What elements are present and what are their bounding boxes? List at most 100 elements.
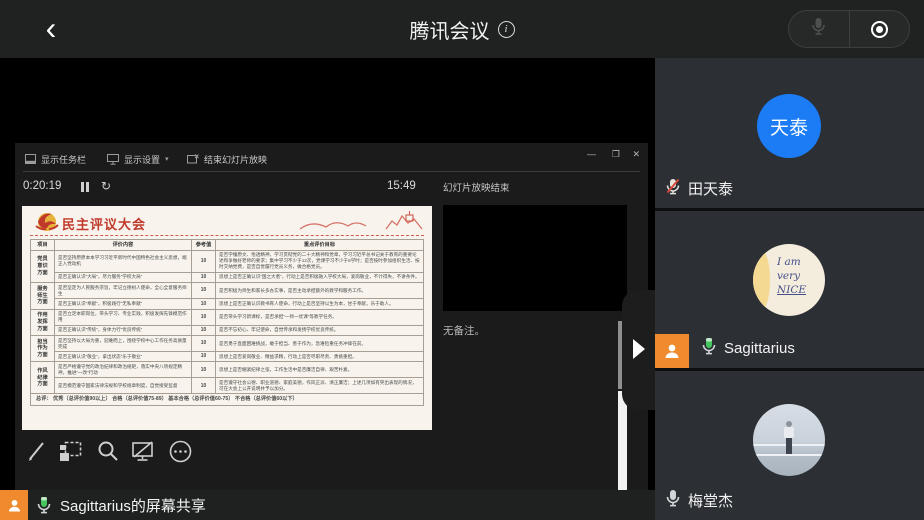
mic-active-icon bbox=[36, 496, 52, 514]
table-body: 党员意识方面是否坚持原原本本学习习近平新时代中国特色社会主义思想，端正入党动机1… bbox=[31, 250, 424, 405]
table-row: 作用发挥方面是否立足本职岗位，带头学习、专业实践，积极发挥先锋模范作用10是否带… bbox=[31, 309, 424, 325]
title-wrap: 腾讯会议 i bbox=[0, 0, 924, 58]
category-cell: 党员意识方面 bbox=[31, 250, 55, 282]
show-taskbar-button[interactable]: 显示任务栏 bbox=[25, 151, 86, 167]
table-row: 党员意识方面是否坚持原原本本学习习近平新时代中国特色社会主义思想，端正入党动机1… bbox=[31, 250, 424, 272]
close-button[interactable]: ✕ bbox=[632, 149, 640, 160]
black-screen-button[interactable] bbox=[131, 439, 155, 463]
mic-dim-icon bbox=[811, 17, 826, 41]
ref-cell: 10 bbox=[192, 351, 216, 362]
sharing-badge bbox=[655, 334, 689, 368]
table-row: 服务师生方面是否坚定为人民服务宗旨，牢记立德树人使命，全心全意服务师生10是否积… bbox=[31, 283, 424, 299]
ref-cell: 10 bbox=[192, 272, 216, 283]
target-cell: 是否学懂原文、悟透精神，学习贯彻党的二十大精神和党章，学习习近平总书记关于教育的… bbox=[216, 250, 424, 272]
end-slideshow-button[interactable]: 结束幻灯片放映 bbox=[187, 151, 267, 167]
participant-name: 田天泰 bbox=[688, 178, 733, 199]
category-cell: 担当作为方面 bbox=[31, 336, 55, 362]
table-row: 是否正确认识“敬业”，拿出状态“乐于敬业”10思想上是否爱岗敬业、精益求精，行动… bbox=[31, 351, 424, 362]
ppt-presenter-window: 显示任务栏 显示设置 ▾ 结束幻灯片放映 — bbox=[15, 143, 648, 520]
show-taskbar-label: 显示任务栏 bbox=[41, 153, 86, 166]
more-options-button[interactable] bbox=[168, 439, 192, 463]
slide-title-divider bbox=[30, 235, 424, 236]
pen-tool-button[interactable] bbox=[25, 439, 49, 463]
display-settings-icon bbox=[107, 154, 119, 165]
target-cell: 是否带头学习新课标，是否承担“一师一优课”等教学任务。 bbox=[216, 309, 424, 325]
table-header-cell: 参考值 bbox=[192, 240, 216, 251]
mini-program-capsule bbox=[788, 10, 910, 48]
content-cell: 是否正确认识“奉献”，积极践行“无私奉献” bbox=[55, 299, 192, 310]
person-icon bbox=[6, 497, 23, 514]
back-button[interactable]: ‹ bbox=[34, 12, 68, 46]
pause-timer-button[interactable] bbox=[81, 182, 91, 192]
participants-sidebar: 天泰 田天泰 I am bbox=[655, 58, 924, 520]
person-icon bbox=[662, 341, 682, 361]
table-row: 是否正确认识“传统”，身体力行“优良传统”10是否不忘初心、牢记使命，自觉传承和… bbox=[31, 325, 424, 336]
display-settings-button[interactable]: 显示设置 ▾ bbox=[107, 151, 169, 167]
table-header-cell: 重点评价目标 bbox=[216, 240, 424, 251]
top-bar: 腾讯会议 i ‹ bbox=[0, 0, 924, 58]
mic-on-icon bbox=[665, 489, 681, 511]
ref-cell: 10 bbox=[192, 378, 216, 394]
content-cell: 是否坚定为人民服务宗旨，牢记立德树人使命，全心全意服务师生 bbox=[55, 283, 192, 299]
target-cell: 是否积极为师生和家长多办实事，是否主动承担额外的教学和服务工作。 bbox=[216, 283, 424, 299]
table-row: 是否模范遵守国家法律法规和学校规章制度，自觉接受监督10是否遵守社会公德、职业道… bbox=[31, 378, 424, 394]
page-title: 腾讯会议 bbox=[410, 15, 490, 44]
table-row: 是否正确认识“奉献”，积极践行“无私奉献”10思想上是否正确认识教书育人使命，行… bbox=[31, 299, 424, 310]
ref-cell: 10 bbox=[192, 299, 216, 310]
participant-tile[interactable]: 梅堂杰 bbox=[655, 371, 924, 520]
end-show-icon bbox=[187, 154, 199, 165]
zoom-slide-button[interactable] bbox=[96, 439, 120, 463]
content-cell: 是否立足本职岗位，带头学习、专业实践，积极发挥先锋模范作用 bbox=[55, 309, 192, 325]
table-row: 作风纪律方面是否严格遵守党的政治纪律和政治规矩，落实中央八项规定精神，推进“一改… bbox=[31, 362, 424, 378]
avatar: 天泰 bbox=[757, 94, 821, 158]
clock-time: 15:49 bbox=[387, 180, 416, 192]
participant-name: 梅堂杰 bbox=[688, 490, 733, 511]
avatar: I am very NICE bbox=[753, 244, 825, 316]
minimize-button[interactable]: — bbox=[587, 149, 596, 159]
content-cell: 是否坚持原原本本学习习近平新时代中国特色社会主义思想，端正入党动机 bbox=[55, 250, 192, 272]
sidebar-expand-tab[interactable] bbox=[622, 290, 656, 410]
slides-grid-icon bbox=[59, 441, 82, 462]
target-cell: 是否遵守社会公德、职业道德、家庭美德，作风正派、清正廉洁；上述几项如有突出表现的… bbox=[216, 378, 424, 394]
display-settings-label: 显示设置 bbox=[124, 153, 160, 166]
participant-tile[interactable]: I am very NICE bbox=[655, 211, 924, 368]
restart-timer-button[interactable]: ↻ bbox=[101, 179, 111, 193]
participant-tile[interactable]: 天泰 田天泰 bbox=[655, 58, 924, 208]
mic-active-icon bbox=[701, 337, 717, 359]
target-cell: 是否不忘初心、牢记使命，自觉传承和发扬学校优良传统。 bbox=[216, 325, 424, 336]
table-header-cell: 评价内容 bbox=[55, 240, 192, 251]
next-slide-preview bbox=[443, 205, 627, 311]
ref-cell: 10 bbox=[192, 250, 216, 272]
elapsed-timer: 0:20:19 bbox=[23, 180, 61, 192]
avatar bbox=[753, 404, 825, 476]
category-cell: 服务师生方面 bbox=[31, 283, 55, 309]
ref-cell: 10 bbox=[192, 283, 216, 299]
table-footer-cell: 总评： 优秀（总评价值90以上） 合格（总评价值75-89） 基本合格（总评价值… bbox=[31, 394, 424, 406]
record-icon bbox=[871, 21, 888, 38]
mic-capsule-button[interactable] bbox=[789, 11, 849, 47]
table-row: 担当作为方面是否坚持以大局为重，迎难而上，围绕学校中心工作任务高质量完成10是否… bbox=[31, 336, 424, 352]
target-cell: 思想上是否爱岗敬业、精益求精，行动上是否尽职尽责、勇挑重担。 bbox=[216, 351, 424, 362]
meeting-screen: 腾讯会议 i ‹ bbox=[0, 0, 924, 520]
target-cell: 思想上是否正确认识教书育人使命，行动上是否坚持以生为本，甘于奉献，乐于助人。 bbox=[216, 299, 424, 310]
pen-icon bbox=[26, 440, 48, 462]
all-slides-button[interactable] bbox=[58, 439, 82, 463]
restore-button[interactable]: ❐ bbox=[612, 149, 620, 160]
ref-cell: 10 bbox=[192, 336, 216, 352]
screen-slash-icon bbox=[131, 440, 155, 462]
slideshow-status-label: 幻灯片放映结束 bbox=[443, 180, 510, 194]
record-capsule-button[interactable] bbox=[849, 11, 910, 47]
screen-share-area: 显示任务栏 显示设置 ▾ 结束幻灯片放映 — bbox=[0, 58, 655, 490]
evaluation-table: 项目评价内容参考值重点评价目标 党员意识方面是否坚持原原本本学习习近平新时代中国… bbox=[30, 239, 424, 406]
table-header-cell: 项目 bbox=[31, 240, 55, 251]
info-icon[interactable]: i bbox=[498, 21, 515, 38]
expand-arrow-icon bbox=[633, 339, 645, 359]
participant-name: Sagittarius bbox=[724, 340, 795, 357]
content-cell: 是否正确认识“大局”，尽力服务“学校大局” bbox=[55, 272, 192, 283]
category-cell: 作用发挥方面 bbox=[31, 309, 55, 335]
content-cell: 是否坚持以大局为重，迎难而上，围绕学校中心工作任务高质量完成 bbox=[55, 336, 192, 352]
target-cell: 思想上是否正确认识“国之大者”，行动上是否积极融入学校大局，爱岗敬业，不计得失，… bbox=[216, 272, 424, 283]
target-cell: 思想上是否绷紧纪律之弦，工作生活中是否廉洁自律、艰苦朴素。 bbox=[216, 362, 424, 378]
share-status-bar: Sagittarius的屏幕共享 bbox=[0, 490, 655, 520]
share-status-label: Sagittarius的屏幕共享 bbox=[60, 495, 206, 516]
